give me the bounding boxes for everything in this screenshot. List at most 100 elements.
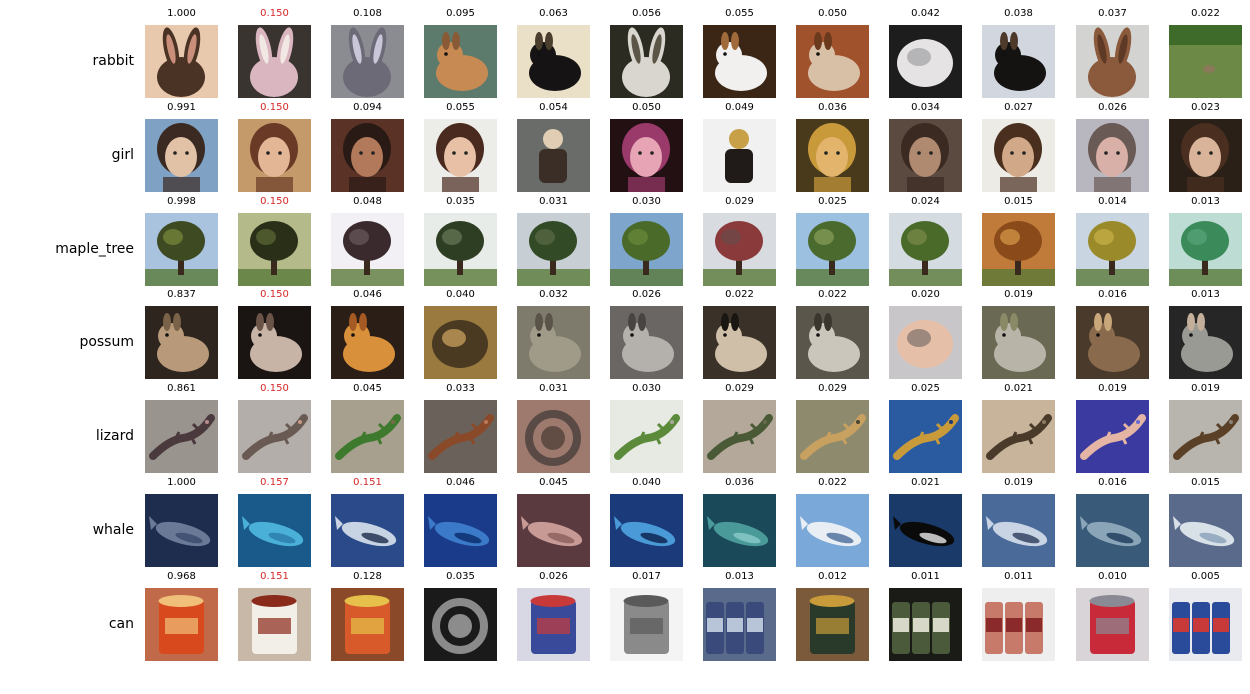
result-thumbnail	[331, 119, 404, 192]
similarity-score: 0.038	[1004, 8, 1033, 19]
result-cell: 0.031	[517, 196, 590, 286]
similarity-score: 0.998	[167, 196, 196, 207]
similarity-score: 0.151	[260, 571, 289, 582]
result-thumbnail	[331, 213, 404, 286]
result-cell: 0.016	[1076, 289, 1149, 379]
result-thumbnail	[424, 588, 497, 661]
thumbnail-image	[517, 213, 590, 286]
thumbnail-image	[703, 494, 776, 567]
thumbnail-image	[238, 400, 311, 473]
thumbnail-image	[331, 25, 404, 98]
similarity-score: 0.035	[446, 196, 475, 207]
thumbnail-image	[796, 25, 869, 98]
similarity-score: 0.042	[911, 8, 940, 19]
result-cell: 0.837	[145, 289, 218, 379]
thumbnail-image	[517, 400, 590, 473]
result-thumbnail	[610, 306, 683, 379]
thumbnail-image	[889, 400, 962, 473]
result-cell: 0.021	[982, 383, 1055, 473]
thumbnail-image	[982, 25, 1055, 98]
result-thumbnail	[889, 213, 962, 286]
result-cell: 0.015	[1169, 477, 1242, 567]
result-thumbnail	[1169, 306, 1242, 379]
thumbnail-image	[424, 588, 497, 661]
result-cell: 0.033	[424, 383, 497, 473]
result-thumbnail	[796, 213, 869, 286]
result-cell: 0.035	[424, 196, 497, 286]
thumbnail-image	[982, 119, 1055, 192]
result-thumbnail	[610, 119, 683, 192]
similarity-score: 0.029	[725, 196, 754, 207]
result-thumbnail	[1076, 494, 1149, 567]
thumbnail-image	[889, 213, 962, 286]
result-cell: 0.026	[1076, 102, 1149, 192]
thumbnail-image	[145, 119, 218, 192]
thumbnail-image	[703, 400, 776, 473]
thumbnail-image	[424, 213, 497, 286]
result-cell: 0.014	[1076, 196, 1149, 286]
thumbnail-image	[1076, 400, 1149, 473]
thumbnail-image	[1169, 400, 1242, 473]
similarity-score: 0.012	[818, 571, 847, 582]
result-thumbnail	[982, 494, 1055, 567]
thumbnail-image	[424, 494, 497, 567]
similarity-score: 0.015	[1191, 477, 1220, 488]
similarity-score: 0.016	[1098, 289, 1127, 300]
result-cell: 0.045	[517, 477, 590, 567]
result-cell: 0.055	[424, 102, 497, 192]
thumbnail-image	[145, 306, 218, 379]
result-cell: 0.031	[517, 383, 590, 473]
thumbnail-image	[610, 213, 683, 286]
result-thumbnail	[703, 588, 776, 661]
similarity-score: 0.010	[1098, 571, 1127, 582]
similarity-score: 0.017	[632, 571, 661, 582]
result-cell: 0.027	[982, 102, 1055, 192]
thumbnail-image	[796, 213, 869, 286]
thumbnail-image	[982, 588, 1055, 661]
result-thumbnail	[610, 213, 683, 286]
result-cell: 0.040	[424, 289, 497, 379]
result-cell: 0.050	[796, 8, 869, 98]
result-thumbnail	[238, 213, 311, 286]
result-thumbnail	[517, 306, 590, 379]
result-thumbnail	[331, 400, 404, 473]
result-cell: 0.020	[889, 289, 962, 379]
result-thumbnail	[517, 213, 590, 286]
result-cell: 0.022	[796, 289, 869, 379]
result-cell: 0.998	[145, 196, 218, 286]
thumbnail-image	[889, 119, 962, 192]
similarity-score: 0.150	[260, 383, 289, 394]
result-cell: 0.128	[331, 571, 404, 661]
result-thumbnail	[1169, 25, 1242, 98]
similarity-score: 0.035	[446, 571, 475, 582]
result-thumbnail	[238, 588, 311, 661]
similarity-score: 0.026	[539, 571, 568, 582]
similarity-score: 0.150	[260, 8, 289, 19]
similarity-score: 0.033	[446, 383, 475, 394]
similarity-score: 0.055	[725, 8, 754, 19]
result-thumbnail	[610, 25, 683, 98]
similarity-score: 0.022	[725, 289, 754, 300]
result-thumbnail	[145, 306, 218, 379]
similarity-score: 0.128	[353, 571, 382, 582]
thumbnail-image	[145, 213, 218, 286]
result-thumbnail	[517, 119, 590, 192]
result-thumbnail	[145, 588, 218, 661]
similarity-score: 0.034	[911, 102, 940, 113]
similarity-score: 0.011	[1004, 571, 1033, 582]
thumbnail-image	[889, 494, 962, 567]
similarity-score: 0.045	[353, 383, 382, 394]
row-label-rabbit: rabbit	[92, 53, 135, 69]
result-cell: 0.150	[238, 8, 311, 98]
similarity-score: 0.108	[353, 8, 382, 19]
result-cell: 0.036	[703, 477, 776, 567]
result-cell: 0.094	[331, 102, 404, 192]
result-cell: 0.012	[796, 571, 869, 661]
result-thumbnail	[238, 119, 311, 192]
result-cell: 0.022	[796, 477, 869, 567]
result-thumbnail	[238, 25, 311, 98]
result-cell: 0.095	[424, 8, 497, 98]
thumbnail-image	[517, 119, 590, 192]
similarity-score: 0.011	[911, 571, 940, 582]
result-cell: 0.013	[1169, 196, 1242, 286]
